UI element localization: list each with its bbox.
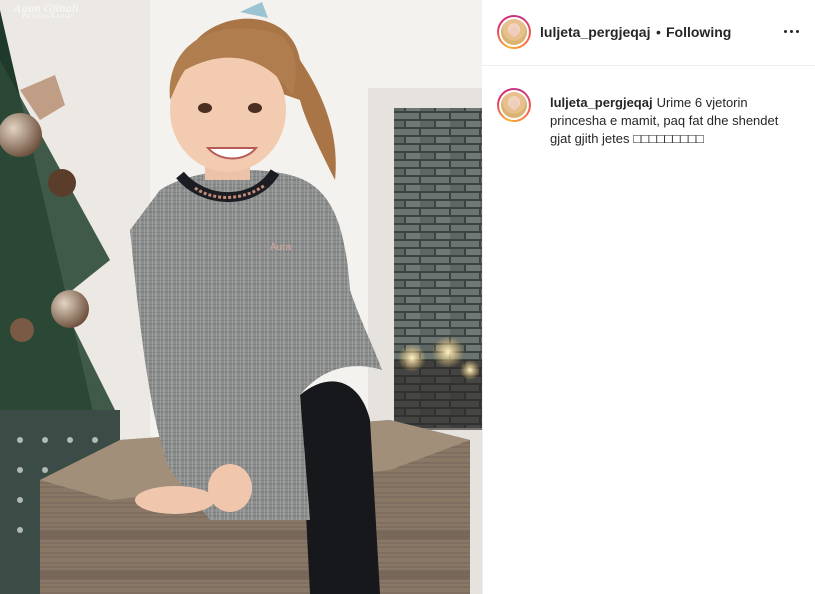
post-side-panel: luljeta_pergjeqaj • Following luljeta_pe… <box>482 0 815 594</box>
profile-photo-icon <box>501 19 527 45</box>
photo-illustration: Aura <box>0 0 482 594</box>
caption-username-link[interactable]: luljeta_pergjeqaj <box>550 95 653 110</box>
post-header: luljeta_pergjeqaj • Following <box>482 0 815 66</box>
caption: luljeta_pergjeqaj Urime 6 vjetorin prince… <box>550 94 800 148</box>
photographer-watermark: Agon Gjinali PHOTOGRAPHY <box>14 4 79 20</box>
avatar[interactable] <box>497 15 531 49</box>
more-horizontal-icon[interactable] <box>783 23 801 41</box>
separator-dot: • <box>656 24 661 40</box>
username-link[interactable]: luljeta_pergjeqaj <box>540 24 650 40</box>
following-button[interactable]: Following <box>666 24 731 40</box>
avatar[interactable] <box>497 88 531 122</box>
post-photo[interactable]: Aura Agon Gjinali PHOTOGRAPHY <box>0 0 482 594</box>
svg-text:Aura: Aura <box>270 242 292 253</box>
profile-photo-icon <box>501 92 527 118</box>
